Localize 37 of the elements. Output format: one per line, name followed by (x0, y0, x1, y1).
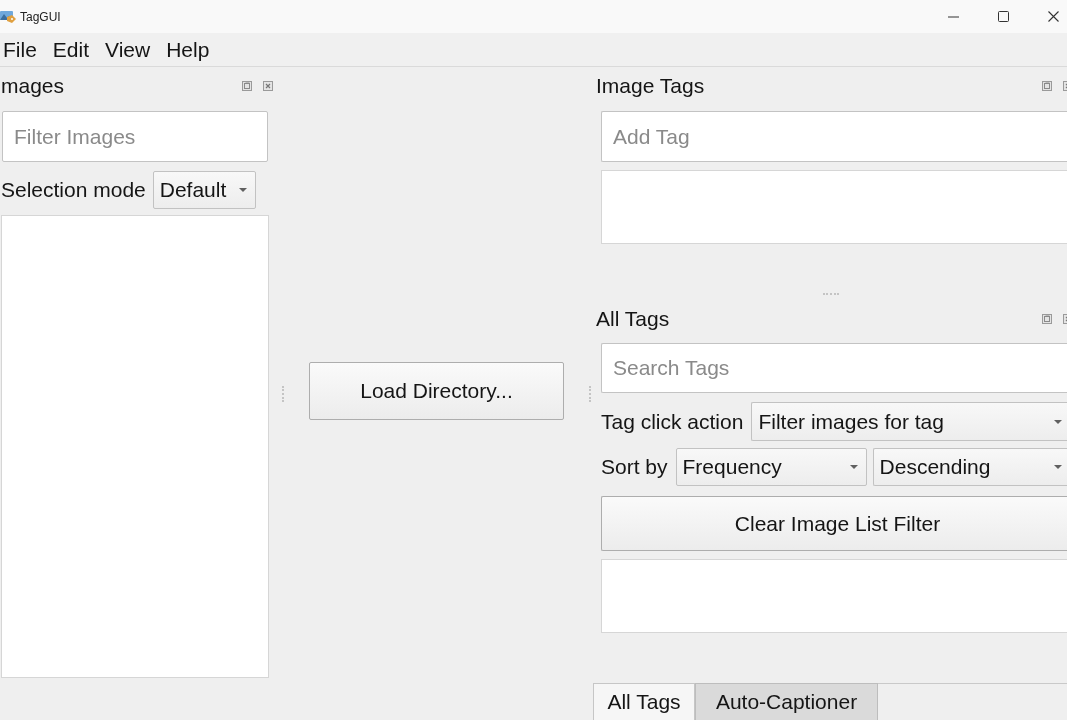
field-label: Selection mode (1, 177, 146, 204)
splitter-handle[interactable] (823, 293, 839, 295)
float-window-icon[interactable] (1042, 313, 1052, 324)
field-label: Sort by (601, 454, 668, 481)
menu-item[interactable]: File (3, 36, 37, 63)
window-title: TagGUI (20, 8, 61, 26)
float-window-icon[interactable] (1042, 81, 1052, 91)
float-window-icon[interactable] (242, 81, 252, 91)
caret-icon (849, 465, 858, 469)
dock-title: Image Tags (596, 73, 705, 100)
splitter-handle[interactable] (589, 385, 591, 402)
search-field[interactable]: Search Tags (601, 343, 1067, 393)
field-label: Tag click action (601, 408, 744, 435)
tab[interactable]: Auto-Captioner (695, 683, 878, 720)
dock-title: All Tags (596, 305, 670, 332)
caret-icon (238, 188, 247, 192)
close-icon[interactable] (1047, 11, 1059, 22)
filter-field[interactable]: Filter Images (2, 111, 268, 162)
caret-icon (1054, 465, 1062, 469)
splitter-handle[interactable] (282, 385, 284, 402)
add-tag-field[interactable]: Add Tag (601, 111, 1067, 162)
maximize-icon[interactable] (997, 11, 1009, 22)
tag-list[interactable] (601, 559, 1067, 633)
dropdown[interactable]: Default (152, 171, 256, 209)
caret-icon (1054, 419, 1062, 424)
menu-item[interactable]: Edit (52, 36, 90, 63)
menu-item[interactable]: View (105, 36, 151, 63)
dock-title: mages (1, 73, 65, 100)
dropdown[interactable]: Frequency (675, 448, 867, 486)
dropdown[interactable]: Filter images for tag (751, 402, 1067, 441)
clear-filter-button[interactable]: Clear Image List Filter (601, 496, 1067, 551)
tab[interactable]: All Tags (593, 683, 695, 720)
tag-list[interactable] (601, 170, 1067, 244)
load-directory-button[interactable]: Load Directory... (309, 361, 564, 420)
menu-item[interactable]: Help (166, 36, 210, 63)
minimize-icon[interactable] (947, 15, 959, 18)
dropdown[interactable]: Descending (872, 448, 1067, 486)
